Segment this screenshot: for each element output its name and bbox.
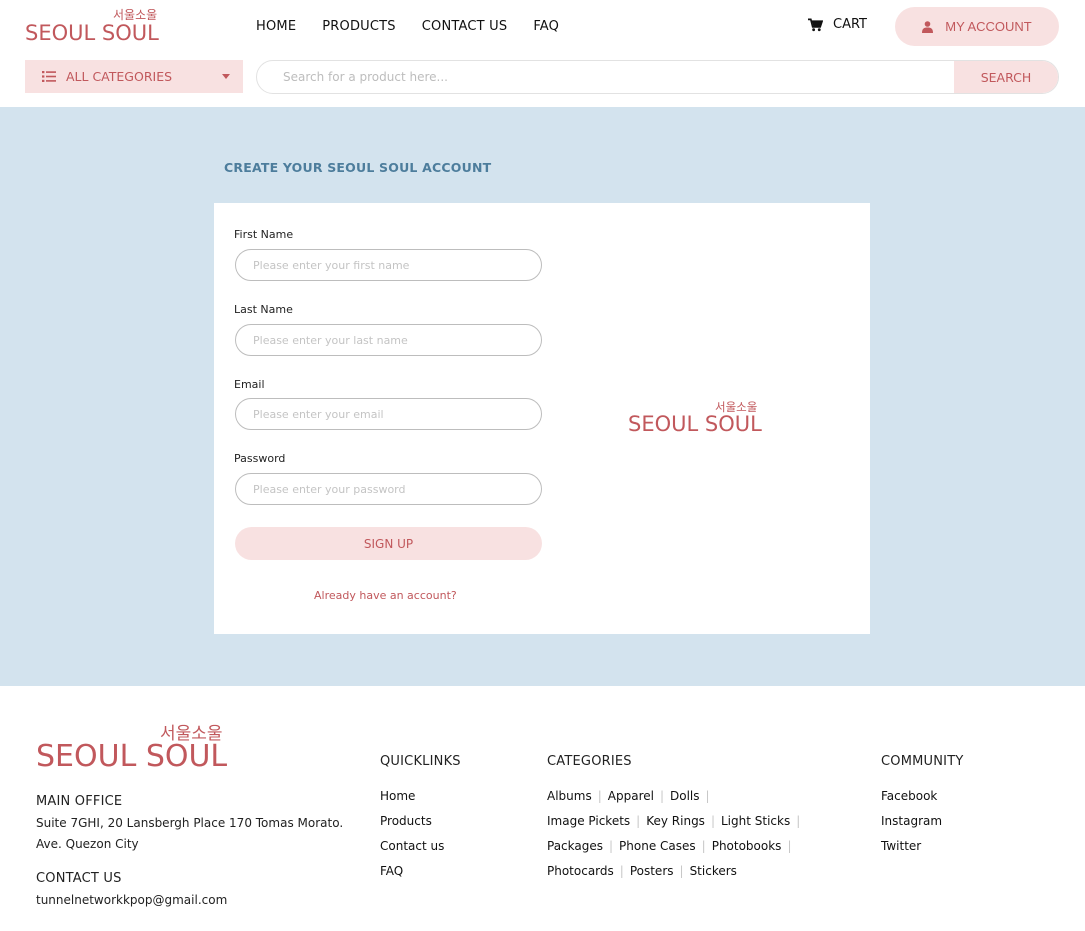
footer-link-home[interactable]: Home — [380, 786, 444, 811]
category-link[interactable]: Packages — [547, 839, 603, 853]
category-link[interactable]: Light Sticks — [721, 814, 790, 828]
category-link[interactable]: Phone Cases — [619, 839, 696, 853]
main-office-heading: MAIN OFFICE — [36, 794, 123, 809]
nav-contact-us[interactable]: CONTACT US — [422, 18, 508, 35]
footer-logo: 서울소울 SEOUL SOUL — [36, 726, 236, 774]
categories-heading: CATEGORIES — [547, 754, 632, 769]
office-address: Suite 7GHI, 20 Lansbergh Place 170 Tomas… — [36, 813, 356, 855]
nav-products[interactable]: PRODUCTS — [322, 18, 396, 35]
site-footer: 서울소울 SEOUL SOUL MAIN OFFICE Suite 7GHI, … — [0, 686, 1085, 931]
page-title: CREATE YOUR SEOUL SOUL ACCOUNT — [224, 160, 492, 175]
divider: | — [609, 839, 614, 853]
main-nav: HOME PRODUCTS CONTACT US FAQ — [256, 18, 585, 35]
community-heading: COMMUNITY — [881, 754, 964, 769]
footer-logo-text: SEOUL SOUL — [36, 739, 228, 774]
signup-card: First Name Last Name Email Password SIGN… — [214, 203, 870, 634]
category-link[interactable]: Image Pickets — [547, 814, 630, 828]
divider: | — [659, 789, 664, 803]
search-button[interactable]: SEARCH — [954, 61, 1058, 93]
quicklinks-heading: QUICKLINKS — [380, 754, 461, 769]
category-row: Packages | Phone Cases | Photobooks | — [547, 836, 806, 861]
nav-home[interactable]: HOME — [256, 18, 296, 35]
quicklinks-list: Home Products Contact us FAQ — [380, 786, 444, 886]
office-address-line2: Ave. Quezon City — [36, 837, 139, 851]
nav-faq[interactable]: FAQ — [533, 18, 559, 35]
chevron-down-icon — [222, 74, 230, 79]
first-name-field[interactable] — [235, 249, 542, 281]
office-address-line1: Suite 7GHI, 20 Lansbergh Place 170 Tomas… — [36, 816, 344, 830]
user-icon — [922, 20, 934, 33]
category-link[interactable]: Posters — [630, 864, 674, 878]
first-name-label: First Name — [234, 228, 294, 241]
category-row: Image Pickets | Key Rings | Light Sticks | — [547, 811, 806, 836]
brand-logo[interactable]: 서울소울 SEOUL SOUL — [25, 8, 165, 48]
footer-link-facebook[interactable]: Facebook — [881, 786, 942, 811]
divider: | — [787, 839, 792, 853]
brand-logo-text: SEOUL SOUL — [25, 21, 159, 45]
email-label: Email — [234, 378, 265, 391]
password-label: Password — [234, 452, 286, 465]
login-link[interactable]: Already have an account? — [314, 589, 457, 602]
footer-categories: Albums | Apparel | Dolls | Image Pickets | Key … — [547, 786, 806, 886]
divider: | — [710, 814, 715, 828]
category-link[interactable]: Stickers — [690, 864, 737, 878]
category-row: Photocards | Posters | Stickers — [547, 861, 806, 886]
search-input[interactable] — [257, 61, 955, 93]
divider: | — [701, 839, 706, 853]
footer-link-faq[interactable]: FAQ — [380, 861, 444, 886]
category-link[interactable]: Photocards — [547, 864, 614, 878]
my-account-button[interactable]: MY ACCOUNT — [895, 7, 1059, 46]
cart-link[interactable]: CART — [808, 17, 867, 32]
divider: | — [619, 864, 624, 878]
footer-link-twitter[interactable]: Twitter — [881, 836, 942, 861]
my-account-label: MY ACCOUNT — [945, 19, 1032, 34]
search-bar: SEARCH — [256, 60, 1059, 94]
category-row: Albums | Apparel | Dolls | — [547, 786, 806, 811]
category-link[interactable]: Apparel — [608, 789, 654, 803]
divider: | — [679, 864, 684, 878]
password-field[interactable] — [235, 473, 542, 505]
category-link[interactable]: Dolls — [670, 789, 700, 803]
site-header: 서울소울 SEOUL SOUL HOME PRODUCTS CONTACT US… — [0, 0, 1085, 107]
brand-logo-korean: 서울소울 — [113, 8, 158, 22]
footer-link-instagram[interactable]: Instagram — [881, 811, 942, 836]
last-name-label: Last Name — [234, 303, 293, 316]
last-name-field[interactable] — [235, 324, 542, 356]
cart-icon — [808, 18, 823, 31]
list-icon — [42, 71, 56, 82]
all-categories-label: ALL CATEGORIES — [66, 69, 173, 84]
email-field[interactable] — [235, 398, 542, 430]
divider: | — [705, 789, 710, 803]
signup-section: CREATE YOUR SEOUL SOUL ACCOUNT First Nam… — [0, 107, 1085, 686]
community-list: Facebook Instagram Twitter — [881, 786, 942, 861]
sign-up-button[interactable]: SIGN UP — [235, 527, 542, 560]
card-logo-text: SEOUL SOUL — [628, 412, 762, 436]
contact-heading: CONTACT US — [36, 871, 122, 886]
cart-label: CART — [833, 17, 867, 32]
divider: | — [636, 814, 641, 828]
category-link[interactable]: Albums — [547, 789, 592, 803]
category-link[interactable]: Key Rings — [646, 814, 705, 828]
all-categories-dropdown[interactable]: ALL CATEGORIES — [25, 60, 243, 93]
footer-link-contact-us[interactable]: Contact us — [380, 836, 444, 861]
divider: | — [796, 814, 801, 828]
contact-email[interactable]: tunnelnetworkkpop@gmail.com — [36, 890, 227, 911]
divider: | — [597, 789, 602, 803]
card-logo: 서울소울 SEOUL SOUL — [628, 401, 768, 438]
category-link[interactable]: Photobooks — [712, 839, 782, 853]
footer-link-products[interactable]: Products — [380, 811, 444, 836]
